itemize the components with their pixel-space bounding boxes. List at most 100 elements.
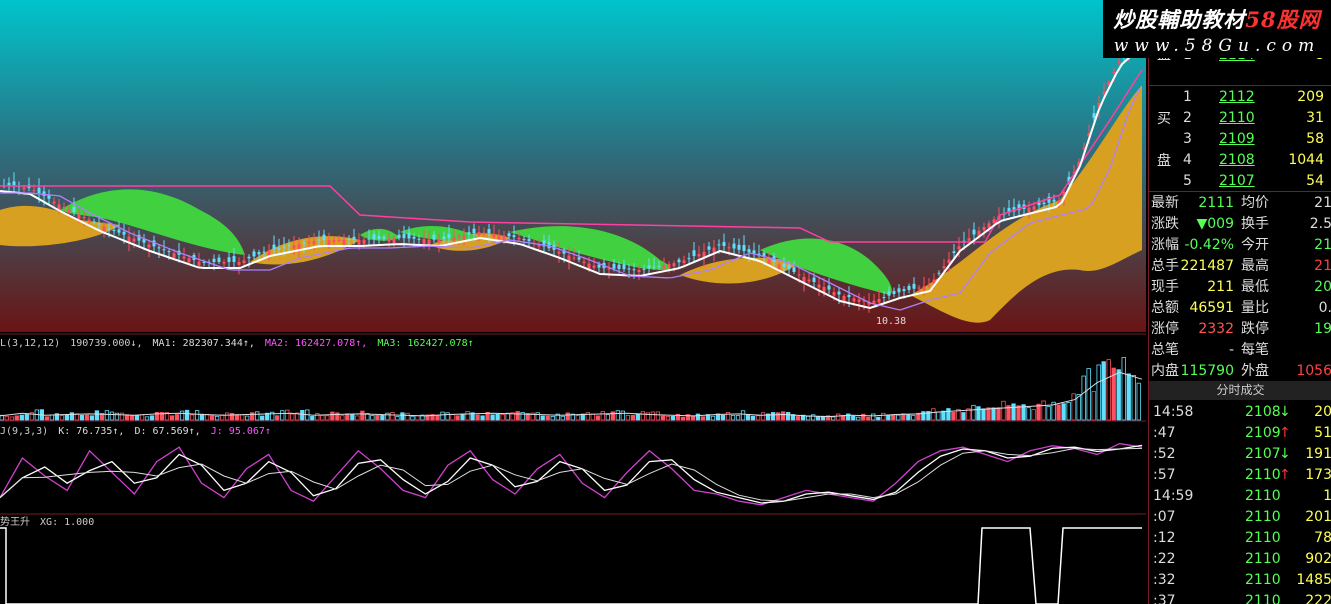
stat-label: 内盘 bbox=[1151, 363, 1179, 379]
volume-bar bbox=[1116, 369, 1121, 421]
tick-time: :07 bbox=[1153, 509, 1176, 525]
candle-body bbox=[662, 265, 666, 269]
candle-body bbox=[872, 300, 876, 303]
tick-time: :57 bbox=[1153, 467, 1176, 483]
stat-label: 总额 bbox=[1151, 300, 1179, 316]
volume-bar bbox=[630, 414, 636, 421]
buy-row[interactable]: 3 2109 58 bbox=[1149, 128, 1331, 150]
volume-bar bbox=[360, 410, 365, 421]
candle-body bbox=[952, 251, 956, 253]
volume-bar bbox=[550, 416, 555, 421]
tick-time: :32 bbox=[1153, 572, 1176, 588]
tick-row[interactable]: :07 2110 201 bbox=[1149, 506, 1331, 528]
candle-body bbox=[622, 264, 626, 270]
candle-body bbox=[187, 258, 191, 263]
stat-row[interactable]: 最新 2111 均价 21 bbox=[1149, 192, 1331, 214]
volume-ma-line bbox=[0, 371, 1143, 418]
buy-level: 1 bbox=[1183, 89, 1192, 105]
stat-row[interactable]: 总额 46591 量比 0. bbox=[1149, 297, 1331, 319]
stat-label: 现手 bbox=[1151, 279, 1179, 295]
tick-time: 14:59 bbox=[1153, 488, 1194, 504]
candle-body bbox=[512, 235, 516, 238]
candle-body bbox=[132, 238, 136, 242]
tick-time: :12 bbox=[1153, 530, 1176, 546]
buy-row[interactable]: 2 2110 31 bbox=[1149, 107, 1331, 129]
tick-price: 2110 bbox=[1245, 551, 1281, 567]
stat-row[interactable]: 总手 221487 最高 21 bbox=[1149, 255, 1331, 277]
volume-header: L(3,12,12) 190739.000↓, MA1: 282307.344↑… bbox=[0, 338, 474, 349]
candle-body bbox=[827, 285, 831, 290]
stat-label: 最新 bbox=[1151, 195, 1179, 211]
buy-row[interactable]: 1 2112 209 bbox=[1149, 86, 1331, 108]
stat-label: 涨停 bbox=[1151, 321, 1179, 337]
candle-body bbox=[507, 233, 511, 237]
volume-bar bbox=[280, 410, 285, 421]
xg-signal-line bbox=[0, 527, 1142, 604]
volume-bar bbox=[495, 413, 500, 421]
tick-row[interactable]: :22 2110 902 bbox=[1149, 548, 1331, 570]
stat-value: 2.5 bbox=[1309, 216, 1331, 232]
tick-row[interactable]: :12 2110 78 bbox=[1149, 527, 1331, 549]
tick-row[interactable]: :37 2110 222 bbox=[1149, 590, 1331, 604]
volume-bar bbox=[44, 416, 49, 421]
candle-body bbox=[492, 234, 496, 238]
low-price-marker: 10.38 bbox=[876, 316, 906, 327]
stat-row[interactable]: 涨停 2332 跌停 19 bbox=[1149, 318, 1331, 340]
tick-row[interactable]: 14:58 2108 ↓ 20 bbox=[1149, 401, 1331, 423]
tick-volume: 902 bbox=[1305, 551, 1331, 567]
candle-body bbox=[37, 187, 41, 194]
stat-row[interactable]: 涨幅 -0.42% 今开 21 bbox=[1149, 234, 1331, 256]
candle-body bbox=[147, 244, 151, 248]
volume-bar bbox=[856, 416, 861, 421]
candle-body bbox=[72, 206, 76, 212]
buy-price: 2107 bbox=[1219, 173, 1255, 189]
volume-bar bbox=[650, 411, 656, 421]
stat-row[interactable]: 总笔 - 每笔 bbox=[1149, 339, 1331, 361]
candle-body bbox=[172, 253, 176, 258]
volume-bar bbox=[1091, 391, 1096, 421]
candle-body bbox=[657, 266, 661, 268]
candle-body bbox=[362, 239, 366, 244]
tick-time: :52 bbox=[1153, 446, 1176, 462]
stat-row[interactable]: 涨跌 ▼009 换手 2.5 bbox=[1149, 213, 1331, 235]
candle-body bbox=[322, 234, 326, 240]
volume-bar bbox=[535, 412, 540, 421]
candle-body bbox=[287, 245, 291, 247]
stat-label: 量比 bbox=[1241, 300, 1269, 316]
candle-body bbox=[1112, 72, 1116, 73]
tick-row[interactable]: :47 2109 ↑ 51 bbox=[1149, 422, 1331, 444]
volume-bar bbox=[730, 414, 736, 421]
volume-bar bbox=[605, 414, 610, 421]
candle-body bbox=[612, 263, 616, 269]
tick-row[interactable]: 14:59 2110 1 bbox=[1149, 485, 1331, 507]
kdj-k-line bbox=[0, 444, 1143, 504]
volume-bar bbox=[775, 412, 781, 421]
buy-row[interactable]: 4 2108 1044 bbox=[1149, 149, 1331, 171]
candle-body bbox=[282, 246, 286, 248]
candle-body bbox=[302, 242, 306, 244]
stat-row[interactable]: 内盘 115790 外盘 1056 bbox=[1149, 360, 1331, 382]
stat-row[interactable]: 现手 211 最低 20 bbox=[1149, 276, 1331, 298]
volume-bar bbox=[640, 411, 646, 421]
volume-bar bbox=[971, 404, 976, 421]
tick-volume: 1 bbox=[1323, 485, 1331, 507]
tick-row[interactable]: :52 2107 ↓ 191 bbox=[1149, 443, 1331, 465]
candle-body bbox=[557, 251, 561, 254]
volume-bar bbox=[836, 413, 841, 421]
volume-bar bbox=[625, 415, 631, 421]
tick-row[interactable]: :32 2110 1485 bbox=[1149, 569, 1331, 591]
volume-bar bbox=[64, 414, 70, 421]
candle-body bbox=[807, 279, 811, 282]
volume-bar bbox=[740, 410, 746, 421]
tick-row[interactable]: :57 2110 ↑ 173 bbox=[1149, 464, 1331, 486]
candle-body bbox=[437, 239, 441, 243]
volume-bar bbox=[9, 416, 14, 421]
quote-panel: 盘 1 2114 8 买 盘 1211220922110313210958421… bbox=[1148, 0, 1331, 604]
candle-body bbox=[427, 239, 431, 245]
volume-bar bbox=[19, 414, 24, 421]
buy-row[interactable]: 5 2107 54 bbox=[1149, 170, 1331, 192]
tick-volume: 51 bbox=[1314, 425, 1331, 441]
volume-bar bbox=[981, 408, 986, 421]
watermark-title: 炒股輔助教材 bbox=[1113, 7, 1246, 32]
candle-body bbox=[357, 240, 361, 245]
